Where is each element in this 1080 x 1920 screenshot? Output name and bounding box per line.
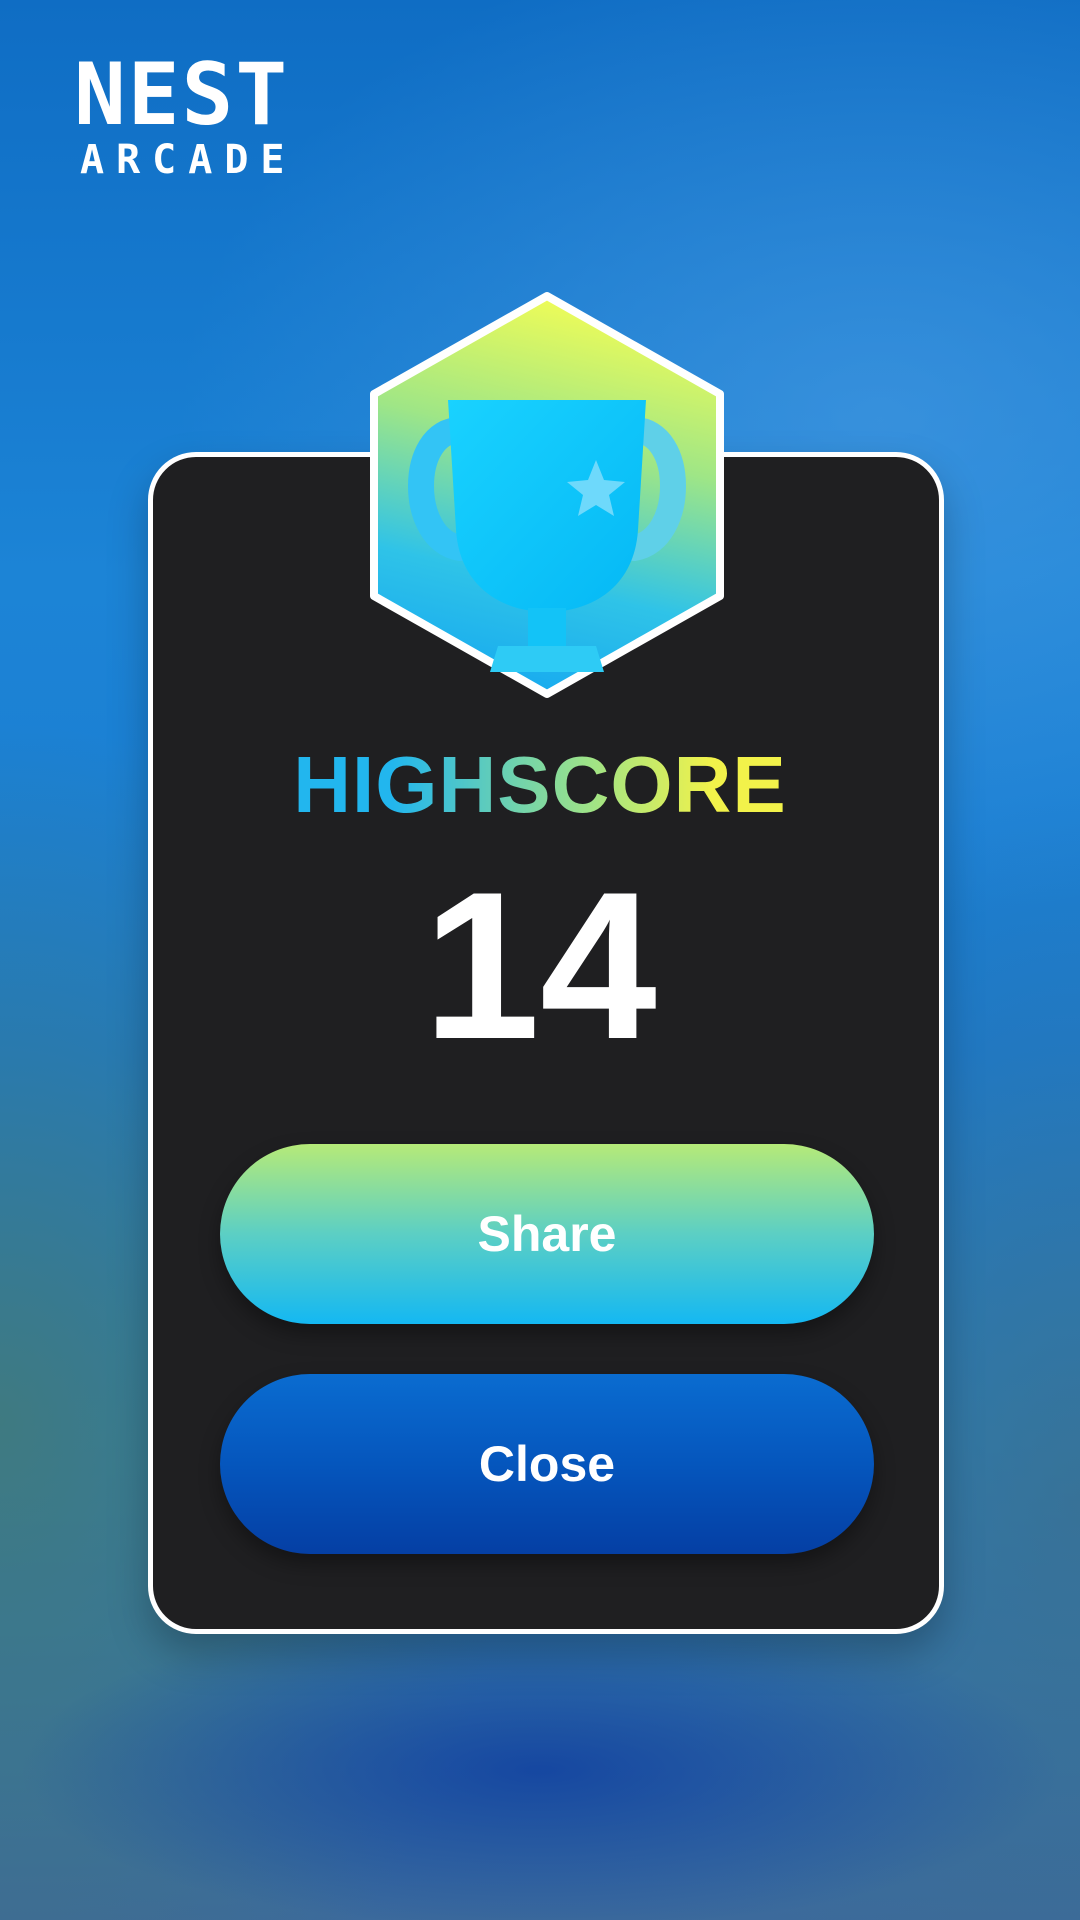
trophy-badge xyxy=(368,290,726,700)
close-button-label: Close xyxy=(478,1436,616,1492)
highscore-value: 14 xyxy=(423,848,657,1083)
highscore-title-row: HIGHSCORE xyxy=(0,740,1080,830)
nest-arcade-logo: NEST ARCADE xyxy=(74,52,364,182)
share-button-label: Share xyxy=(477,1206,617,1262)
close-button[interactable]: Close xyxy=(220,1374,874,1554)
highscore-title: HIGHSCORE xyxy=(293,740,787,829)
logo-subtitle: ARCADE xyxy=(80,137,297,183)
share-button[interactable]: Share xyxy=(220,1144,874,1324)
trophy-icon xyxy=(370,292,724,698)
logo-title: NEST xyxy=(74,45,290,145)
